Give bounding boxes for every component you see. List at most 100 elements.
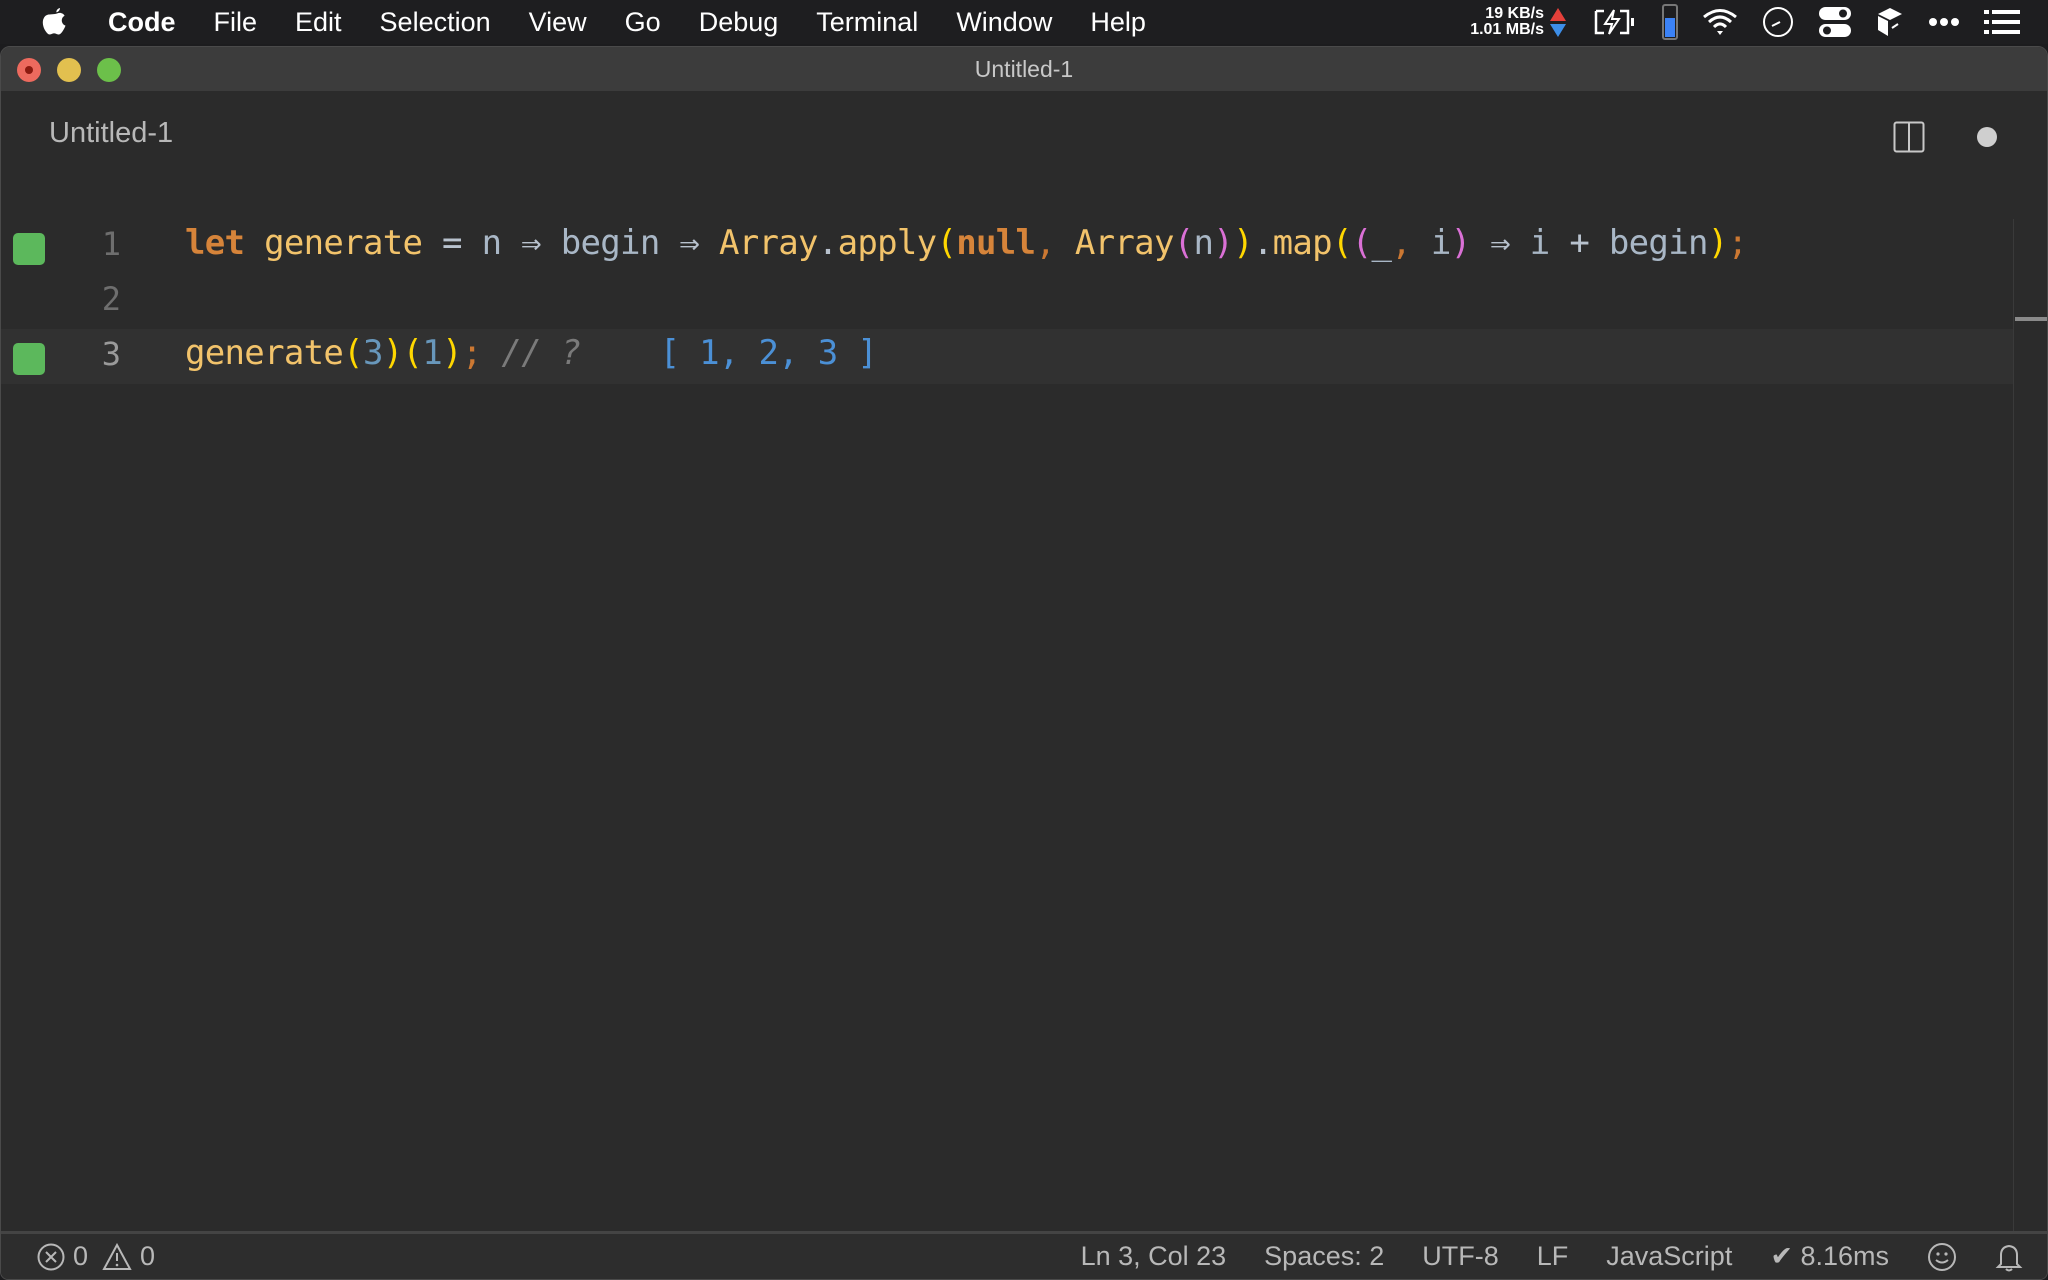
token-comment: // ? (501, 333, 581, 373)
token-arrow: ⇒ (679, 223, 700, 263)
menu-terminal[interactable]: Terminal (816, 7, 918, 38)
quokka-timing[interactable]: ✔ 8.16ms (1770, 1241, 1889, 1272)
token-paren: ) (1213, 223, 1234, 263)
editor-tab-bar: Untitled-1 (1, 91, 2047, 177)
apple-logo-icon[interactable] (40, 5, 70, 39)
notifications-bell-icon[interactable] (1995, 1242, 2023, 1272)
token-comma: , (1391, 223, 1412, 263)
token-operator: = (442, 223, 462, 263)
token-arrow: ⇒ (1490, 223, 1510, 263)
token-method: apply (837, 223, 938, 263)
token-keyword: let (185, 223, 245, 263)
clock-icon[interactable] (1762, 6, 1794, 38)
menu-window[interactable]: Window (956, 7, 1052, 38)
editor-line-3[interactable]: 3 generate(3)(1); // ? [ 1, 2, 3 ] (1, 329, 2013, 384)
scrollbar-cursor-indicator (2015, 317, 2047, 321)
token-param: i (1529, 223, 1550, 263)
token-paren: ) (1450, 223, 1471, 263)
menubar-status-area: 19 KB/s 1.01 MB/s (1470, 0, 2020, 44)
token-comma: , (1035, 223, 1056, 263)
code-line: generate(3)(1); // ? [ 1, 2, 3 ] (185, 333, 878, 373)
token-param: begin (1608, 223, 1709, 263)
menu-go[interactable]: Go (625, 7, 661, 38)
cursor-position[interactable]: Ln 3, Col 23 (1081, 1241, 1227, 1272)
system-menu-bar: Code File Edit Selection View Go Debug T… (0, 0, 2048, 44)
cube-icon[interactable] (1876, 6, 1904, 38)
token-number: 3 (362, 333, 383, 373)
menu-app-code[interactable]: Code (108, 7, 176, 38)
menu-file[interactable]: File (214, 7, 258, 38)
code-editor[interactable]: 1 let generate = n ⇒ begin ⇒ Array.apply… (1, 177, 2047, 1271)
token-param: n (1193, 223, 1214, 263)
window-title: Untitled-1 (974, 55, 1074, 82)
vertical-scrollbar[interactable] (2013, 219, 2047, 1271)
token-semicolon: ; (461, 333, 482, 373)
token-paren: ) (442, 333, 462, 373)
token-dot: . (817, 223, 838, 263)
token-semicolon: ; (1727, 223, 1748, 263)
token-operator: + (1569, 223, 1590, 263)
maximize-window-button[interactable] (97, 58, 121, 82)
coverage-marker (13, 233, 45, 265)
token-function-name: generate (264, 223, 423, 263)
menu-debug[interactable]: Debug (699, 7, 779, 38)
network-arrows-icon (1550, 7, 1566, 37)
token-param: n (481, 223, 502, 263)
error-icon (37, 1243, 65, 1271)
code-line: let generate = n ⇒ begin ⇒ Array.apply(n… (185, 223, 1748, 263)
warning-icon (102, 1242, 132, 1271)
editor-line-1[interactable]: 1 let generate = n ⇒ begin ⇒ Array.apply… (1, 219, 2013, 274)
battery-level-icon[interactable] (1662, 4, 1678, 40)
token-paren: ( (1351, 223, 1372, 263)
warning-count: 0 (140, 1241, 156, 1271)
close-window-button[interactable] (17, 58, 41, 82)
indentation-setting[interactable]: Spaces: 2 (1264, 1241, 1384, 1272)
line-number: 3 (101, 335, 121, 373)
feedback-smiley-icon[interactable] (1927, 1242, 1957, 1272)
error-count: 0 (73, 1241, 89, 1271)
language-mode[interactable]: JavaScript (1606, 1241, 1732, 1272)
line-ending[interactable]: LF (1537, 1241, 1569, 1272)
battery-charging-icon[interactable] (1592, 8, 1638, 36)
token-param: begin (560, 223, 661, 263)
token-param: i (1430, 223, 1451, 263)
token-paren: ) (1707, 223, 1728, 263)
line-number: 1 (101, 225, 121, 263)
token-class: Array (1074, 223, 1175, 263)
editor-line-2[interactable]: 2 (1, 274, 2013, 329)
token-paren: ) (382, 333, 403, 373)
network-speed[interactable]: 19 KB/s 1.01 MB/s (1470, 6, 1544, 38)
token-param: _ (1371, 223, 1392, 263)
token-paren: ( (402, 333, 423, 373)
more-icon[interactable] (1928, 17, 1960, 27)
file-encoding[interactable]: UTF-8 (1422, 1241, 1499, 1272)
menu-help[interactable]: Help (1090, 7, 1146, 38)
unsaved-changes-dot[interactable] (1977, 127, 1997, 147)
vscode-window: Untitled-1 Untitled-1 1 let generate = n… (0, 46, 2048, 1280)
menu-selection[interactable]: Selection (380, 7, 491, 38)
split-editor-icon[interactable] (1893, 121, 1925, 153)
tab-untitled-1[interactable]: Untitled-1 (49, 117, 173, 150)
upload-speed: 19 KB/s (1485, 5, 1544, 22)
status-bar: 0 0 Ln 3, Col 23 Spaces: 2 UTF-8 LF Java… (1, 1231, 2047, 1279)
list-icon[interactable] (1984, 9, 2020, 35)
token-number: 1 (422, 333, 443, 373)
token-class: Array (718, 223, 819, 263)
download-arrow-icon (1550, 23, 1566, 37)
title-bar[interactable]: Untitled-1 (1, 47, 2047, 91)
coverage-marker (13, 343, 45, 375)
token-method: map (1272, 223, 1333, 263)
problems-indicator[interactable]: 0 0 (37, 1241, 155, 1272)
token-paren: ( (936, 223, 957, 263)
control-center-icon[interactable] (1818, 6, 1852, 38)
token-paren: ) (1233, 223, 1253, 263)
menu-view[interactable]: View (529, 7, 587, 38)
minimize-window-button[interactable] (57, 58, 81, 82)
token-null: null (956, 223, 1036, 263)
token-paren: ( (1331, 223, 1352, 263)
download-speed: 1.01 MB/s (1470, 21, 1544, 38)
menu-edit[interactable]: Edit (295, 7, 342, 38)
status-bar-right: Ln 3, Col 23 Spaces: 2 UTF-8 LF JavaScri… (1043, 1234, 2023, 1279)
wifi-icon[interactable] (1702, 8, 1738, 36)
token-dot: . (1252, 223, 1273, 263)
